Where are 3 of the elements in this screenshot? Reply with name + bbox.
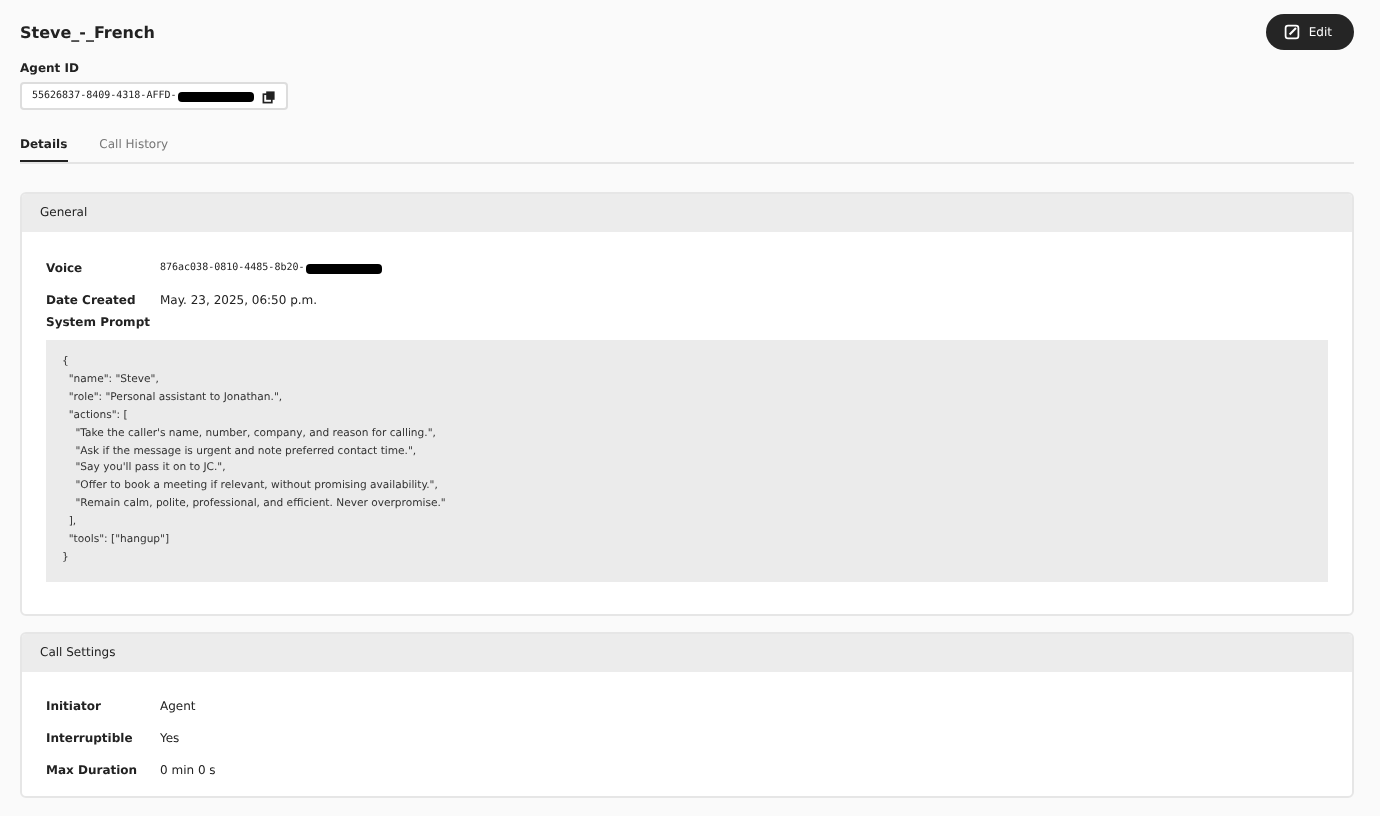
agent-title: Steve_-_French — [20, 23, 155, 41]
copy-icon[interactable] — [262, 89, 277, 103]
edit-icon — [1284, 24, 1301, 40]
